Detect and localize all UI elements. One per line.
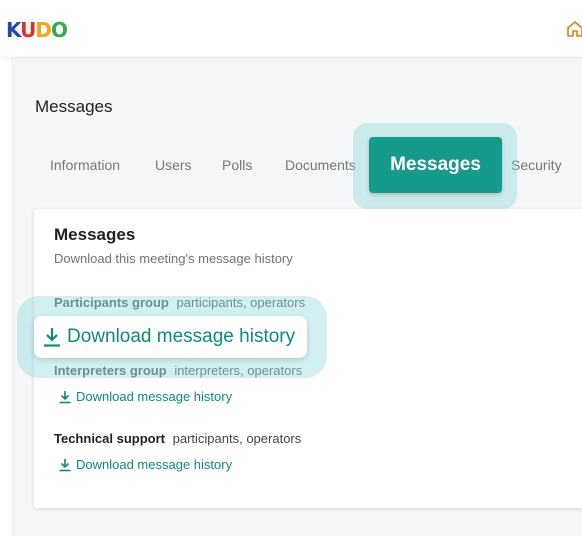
download-icon — [44, 328, 60, 347]
tab-polls[interactable]: Polls — [222, 157, 252, 173]
tab-information[interactable]: Information — [50, 157, 120, 173]
download-link-label: Download message history — [67, 326, 296, 347]
group-technical-support: Technical support participants, operator… — [54, 431, 301, 446]
tab-security[interactable]: Security — [511, 157, 562, 173]
card-title: Messages — [54, 225, 136, 244]
group-name: Technical support — [54, 431, 165, 446]
top-bar: KUDO — [0, 0, 582, 56]
download-icon — [59, 458, 71, 471]
kudo-logo[interactable]: KUDO — [6, 18, 68, 42]
download-link-label: Download message history — [76, 389, 233, 404]
logo-letter-o: O — [51, 18, 68, 42]
logo-letter-d: D — [35, 18, 52, 42]
logo-letter-u: U — [20, 18, 36, 42]
tab-messages[interactable]: Messages — [369, 137, 502, 193]
group-roles: participants, operators — [172, 431, 302, 446]
card-subtitle: Download this meeting's message history — [54, 251, 293, 266]
home-icon[interactable] — [565, 19, 582, 39]
tab-users[interactable]: Users — [155, 157, 192, 173]
page-title: Messages — [35, 97, 113, 116]
logo-letter-k: K — [6, 18, 21, 42]
download-icon — [59, 390, 71, 403]
download-link-label: Download message history — [76, 457, 233, 472]
download-interpreters-history-link[interactable]: Download message history — [58, 389, 232, 404]
download-technical-support-history-link[interactable]: Download message history — [58, 457, 232, 472]
tab-documents[interactable]: Documents — [285, 157, 356, 173]
download-participants-history-link[interactable]: Download message history — [34, 316, 307, 358]
